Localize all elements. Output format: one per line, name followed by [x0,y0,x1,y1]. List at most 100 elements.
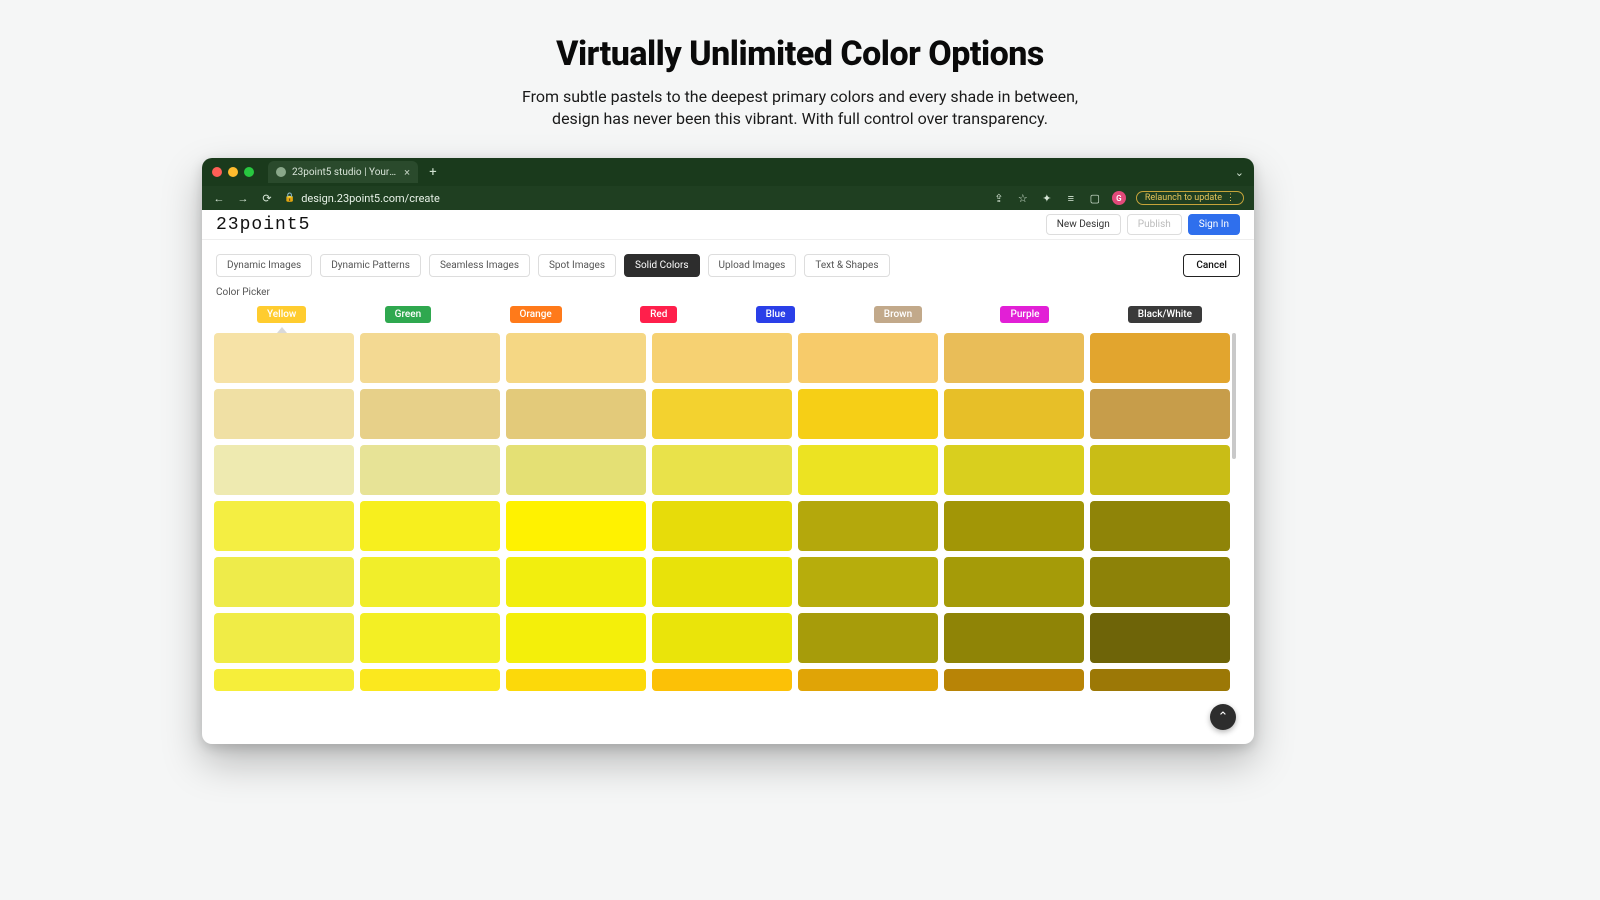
color-family-tab-red[interactable]: Red [640,306,677,323]
color-swatch[interactable] [214,669,354,691]
color-swatch[interactable] [944,445,1084,495]
color-swatch[interactable] [506,501,646,551]
color-family-tab-orange[interactable]: Orange [510,306,562,323]
browser-tab[interactable]: 23point5 studio | Your Fashion… × [268,161,418,183]
color-swatch[interactable] [798,333,938,383]
color-family-tab-yellow[interactable]: Yellow [257,306,306,323]
lock-icon: 🔒 [284,193,295,203]
color-swatch[interactable] [360,613,500,663]
color-swatch[interactable] [798,669,938,691]
color-swatch[interactable] [360,333,500,383]
bookmark-icon[interactable]: ☆ [1016,192,1030,205]
color-swatch[interactable] [506,613,646,663]
color-swatch[interactable] [1090,389,1230,439]
new-design-button[interactable]: New Design [1046,214,1121,235]
window-controls [212,167,254,177]
scrollbar[interactable] [1232,333,1236,459]
color-swatch[interactable] [214,557,354,607]
color-picker-label: Color Picker [202,283,1254,306]
close-window-icon[interactable] [212,167,222,177]
color-family-tab-blue[interactable]: Blue [756,306,796,323]
color-swatch[interactable] [1090,333,1230,383]
scroll-to-top-button[interactable]: ⌃ [1210,704,1236,730]
panel-icon[interactable]: ▢ [1088,192,1102,205]
category-pill-dynamic-images[interactable]: Dynamic Images [216,254,312,277]
category-pill-dynamic-patterns[interactable]: Dynamic Patterns [320,254,421,277]
category-pill-spot-images[interactable]: Spot Images [538,254,616,277]
color-family-tab-black-white[interactable]: Black/White [1128,306,1202,323]
color-swatch[interactable] [944,333,1084,383]
category-pill-text-shapes[interactable]: Text & Shapes [804,254,889,277]
color-swatch[interactable] [652,333,792,383]
color-swatch[interactable] [214,333,354,383]
color-swatch[interactable] [1090,445,1230,495]
reading-list-icon[interactable]: ≡ [1064,192,1078,205]
url-field[interactable]: 🔒 design.23point5.com/create [284,192,982,205]
tab-overflow-icon[interactable]: ⌄ [1235,166,1244,179]
color-swatch[interactable] [214,501,354,551]
maximize-window-icon[interactable] [244,167,254,177]
color-family-tabs: Yellow Green Orange Red Blue Brown Purple Black… [202,306,1254,323]
color-swatch[interactable] [360,557,500,607]
color-swatch[interactable] [798,501,938,551]
sign-in-button[interactable]: Sign In [1188,214,1240,235]
color-swatch[interactable] [652,445,792,495]
color-family-tab-brown[interactable]: Brown [874,306,922,323]
cancel-button[interactable]: Cancel [1183,254,1240,277]
color-swatch[interactable] [652,501,792,551]
share-icon[interactable]: ⇪ [992,192,1006,205]
color-swatch[interactable] [652,389,792,439]
color-swatch[interactable] [798,389,938,439]
color-swatch[interactable] [506,557,646,607]
color-swatch[interactable] [652,669,792,691]
nav-forward-icon[interactable]: → [236,192,250,205]
profile-badge[interactable]: G [1112,191,1126,205]
close-tab-icon[interactable]: × [404,166,410,179]
color-swatch[interactable] [360,501,500,551]
swatch-area [214,333,1242,703]
color-family-tab-green[interactable]: Green [385,306,432,323]
color-swatch[interactable] [214,389,354,439]
color-swatch[interactable] [1090,669,1230,691]
color-swatch[interactable] [652,613,792,663]
color-swatch[interactable] [798,557,938,607]
relaunch-button[interactable]: Relaunch to update ⋮ [1136,191,1244,205]
app-header: 23point5 New Design Publish Sign In [202,210,1254,240]
minimize-window-icon[interactable] [228,167,238,177]
color-swatch[interactable] [944,501,1084,551]
color-swatch[interactable] [798,445,938,495]
color-swatch[interactable] [944,613,1084,663]
color-swatch[interactable] [944,557,1084,607]
url-text: design.23point5.com/create [301,192,440,205]
color-swatch[interactable] [360,445,500,495]
favicon-icon [276,167,286,177]
color-swatch[interactable] [506,445,646,495]
color-swatch[interactable] [360,669,500,691]
color-swatch[interactable] [652,557,792,607]
color-family-tab-purple[interactable]: Purple [1000,306,1049,323]
color-swatch[interactable] [506,333,646,383]
page-headline: Virtually Unlimited Color Options [0,34,1600,74]
new-tab-button[interactable]: + [424,163,442,181]
color-swatch[interactable] [360,389,500,439]
color-swatch[interactable] [798,613,938,663]
browser-address-bar: ← → ⟳ 🔒 design.23point5.com/create ⇪ ☆ ✦… [202,186,1254,210]
extensions-icon[interactable]: ✦ [1040,192,1054,205]
app-logo[interactable]: 23point5 [216,215,310,235]
category-pill-seamless-images[interactable]: Seamless Images [429,254,530,277]
color-swatch[interactable] [506,389,646,439]
color-swatch[interactable] [1090,557,1230,607]
nav-reload-icon[interactable]: ⟳ [260,192,274,205]
page-subline-2: design has never been this vibrant. With… [552,109,1048,128]
color-swatch[interactable] [506,669,646,691]
category-row: Dynamic Images Dynamic Patterns Seamless I… [202,240,1254,283]
color-swatch[interactable] [944,669,1084,691]
color-swatch[interactable] [214,445,354,495]
category-pill-solid-colors[interactable]: Solid Colors [624,254,700,277]
color-swatch[interactable] [944,389,1084,439]
color-swatch[interactable] [1090,501,1230,551]
color-swatch[interactable] [214,613,354,663]
nav-back-icon[interactable]: ← [212,192,226,205]
category-pill-upload-images[interactable]: Upload Images [708,254,797,277]
color-swatch[interactable] [1090,613,1230,663]
